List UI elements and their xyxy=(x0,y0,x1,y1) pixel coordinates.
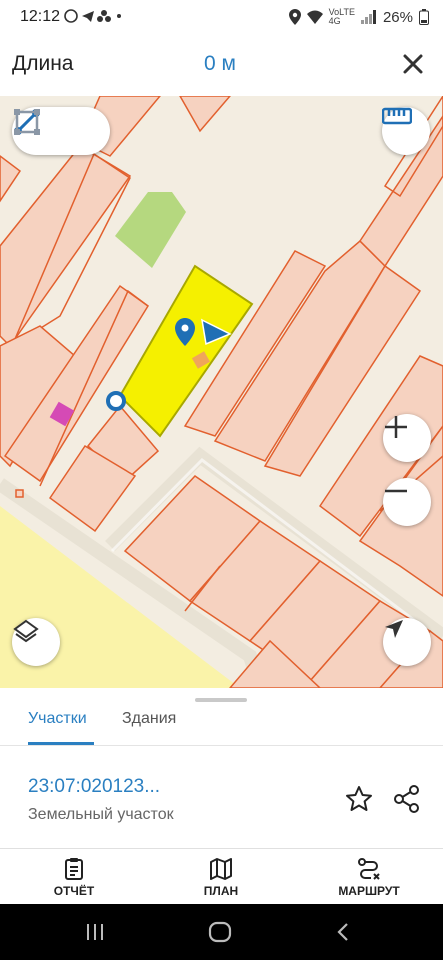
signal-icon xyxy=(360,10,376,24)
recent-apps-icon[interactable] xyxy=(84,922,106,942)
home-icon[interactable] xyxy=(207,920,233,944)
star-icon[interactable] xyxy=(344,784,374,814)
measure-point-icon xyxy=(106,391,126,411)
map-canvas[interactable] xyxy=(0,96,443,688)
tab-parcels[interactable]: Участки xyxy=(28,710,87,728)
back-icon[interactable] xyxy=(334,922,352,942)
measure-value: 0 м xyxy=(204,52,236,75)
area-measure-icon[interactable] xyxy=(12,107,42,137)
battery-level: 26% xyxy=(382,8,413,26)
locate-button[interactable] xyxy=(383,618,431,666)
wifi-icon xyxy=(306,10,323,24)
telegram-icon xyxy=(82,11,94,22)
status-right: VoLTE 4G 26% xyxy=(288,7,429,26)
parcels-left xyxy=(0,145,160,533)
dot-icon xyxy=(117,14,121,18)
report-icon xyxy=(65,858,83,880)
plus-icon xyxy=(385,416,407,438)
map-view[interactable] xyxy=(0,96,443,688)
nav-route[interactable]: МАРШРУТ xyxy=(309,849,429,905)
tab-divider xyxy=(0,745,443,746)
nav-plan-label: ПЛАН xyxy=(203,884,239,898)
measure-tools xyxy=(12,107,110,155)
app-icon xyxy=(97,10,111,22)
route-icon xyxy=(358,858,380,880)
whatsapp-icon xyxy=(64,9,78,23)
map-plan-icon xyxy=(210,858,232,880)
notification-icons xyxy=(64,8,134,27)
battery-icon xyxy=(419,9,429,25)
bottom-nav: ОТЧЁТ ПЛАН МАРШРУТ xyxy=(0,848,443,904)
nav-report[interactable]: ОТЧЁТ xyxy=(14,849,134,905)
layers-button[interactable] xyxy=(12,618,60,666)
status-bar: 12:12 VoLTE 4G 26% xyxy=(0,0,443,34)
navigation-arrow-icon xyxy=(385,620,403,638)
parcel-sheet: Участки Здания 23:07:020123... Земельный… xyxy=(0,688,443,848)
parcel-cadastral-number[interactable]: 23:07:020123... xyxy=(28,776,160,798)
nav-route-label: МАРШРУТ xyxy=(338,884,400,898)
minus-icon xyxy=(385,489,407,493)
ruler-button[interactable] xyxy=(382,107,430,155)
tab-buildings[interactable]: Здания xyxy=(122,710,176,728)
nav-report-label: ОТЧЁТ xyxy=(53,884,95,898)
system-nav-bar xyxy=(0,904,443,960)
green-area xyxy=(115,192,186,268)
location-icon xyxy=(288,9,301,25)
zoom-in-button[interactable] xyxy=(383,414,431,462)
ruler-icon xyxy=(382,107,412,125)
measure-label: Длина xyxy=(12,52,74,75)
network-type: VoLTE 4G xyxy=(328,7,355,26)
share-icon[interactable] xyxy=(392,784,422,814)
layers-icon xyxy=(13,619,39,643)
status-time: 12:12 xyxy=(20,8,61,25)
close-icon[interactable] xyxy=(399,50,427,78)
sheet-drag-handle[interactable] xyxy=(195,698,247,702)
nav-plan[interactable]: ПЛАН xyxy=(161,849,281,905)
measure-header: Длина 0 м xyxy=(0,34,443,96)
parcel-type: Земельный участок xyxy=(28,806,174,823)
zoom-out-button[interactable] xyxy=(383,478,431,526)
